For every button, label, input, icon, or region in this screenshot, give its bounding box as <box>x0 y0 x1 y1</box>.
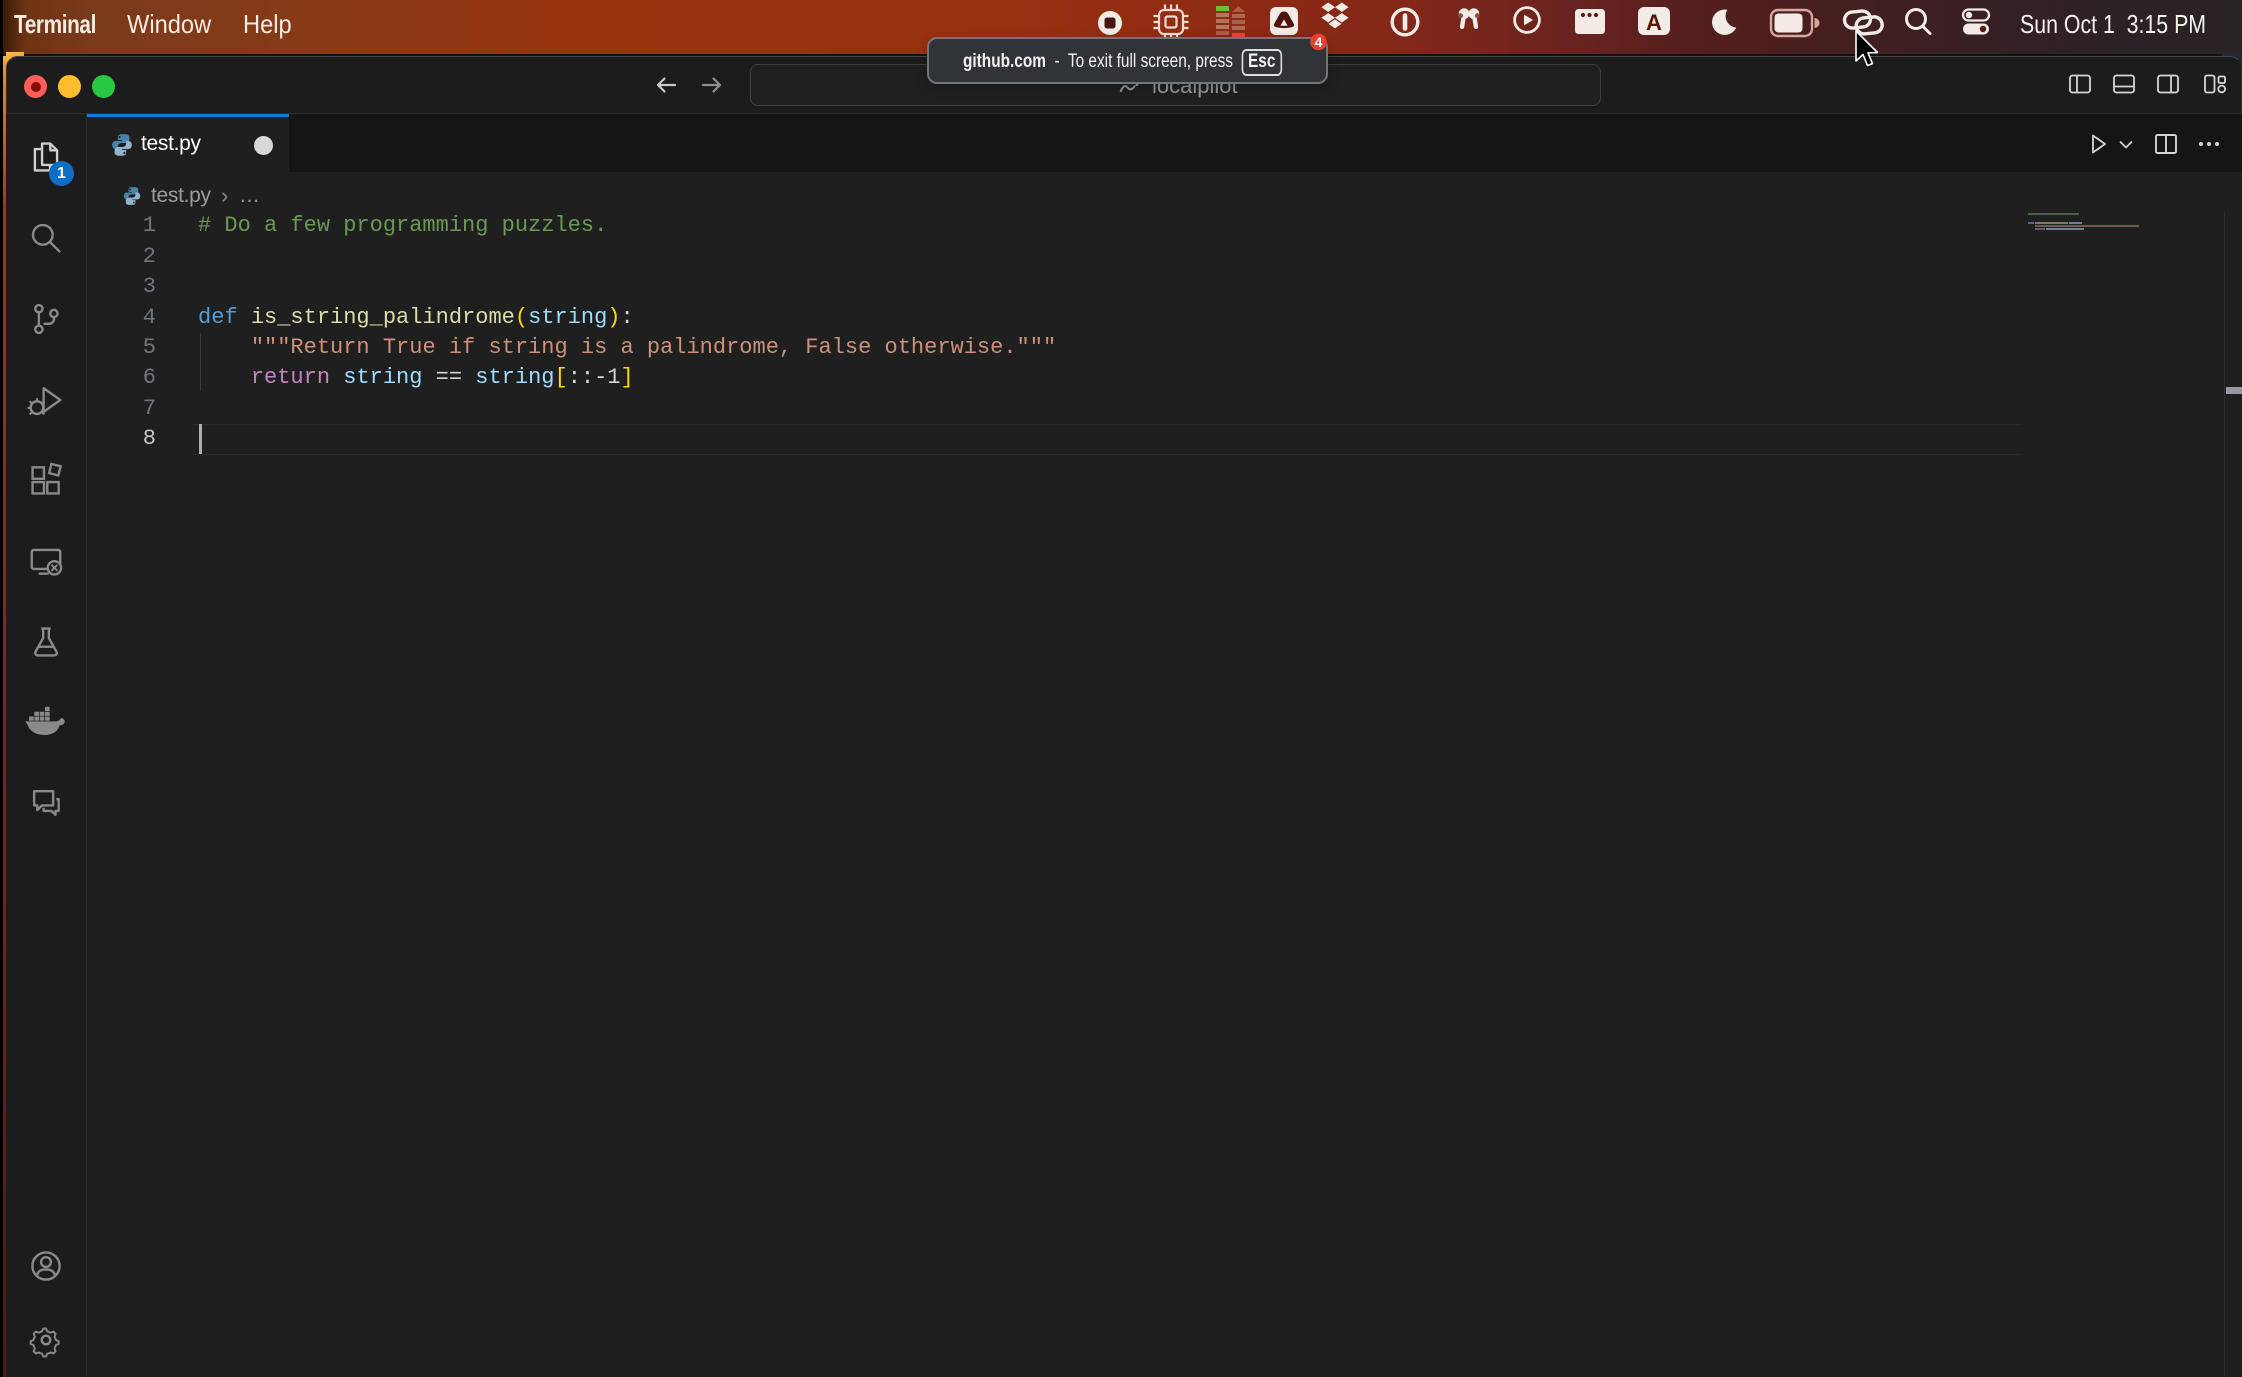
svg-text:4: 4 <box>1315 34 1323 50</box>
svg-text:A: A <box>1646 10 1662 35</box>
